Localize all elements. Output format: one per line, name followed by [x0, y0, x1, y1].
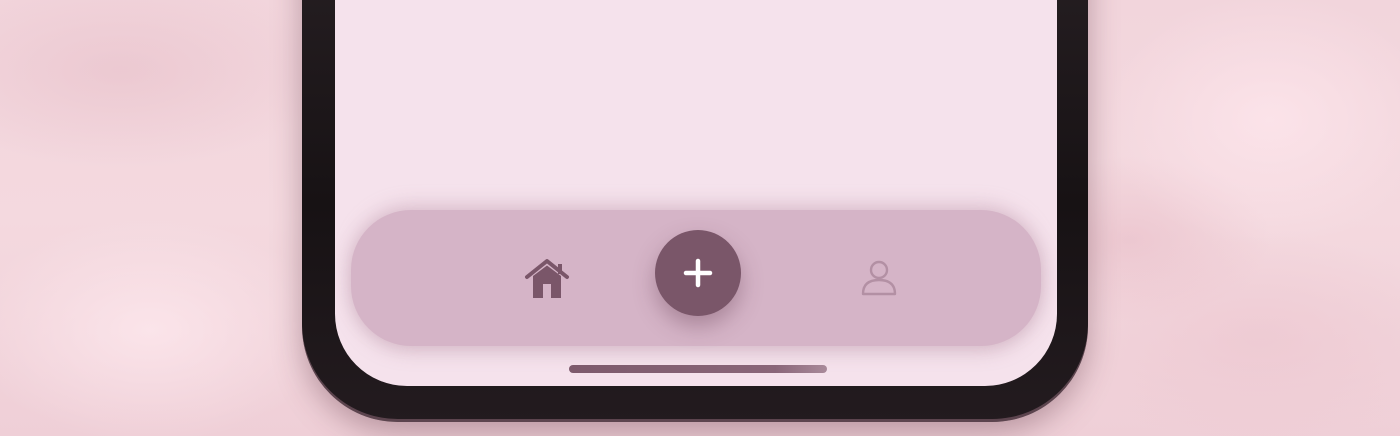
home-icon — [525, 259, 569, 298]
user-icon — [861, 260, 897, 296]
nav-home-button[interactable] — [521, 254, 573, 302]
add-button[interactable] — [655, 230, 741, 316]
phone-screen — [335, 0, 1057, 386]
nav-profile-button[interactable] — [853, 254, 905, 302]
home-indicator[interactable] — [569, 365, 827, 373]
bottom-nav-bar — [351, 210, 1041, 346]
plus-icon — [683, 258, 713, 288]
